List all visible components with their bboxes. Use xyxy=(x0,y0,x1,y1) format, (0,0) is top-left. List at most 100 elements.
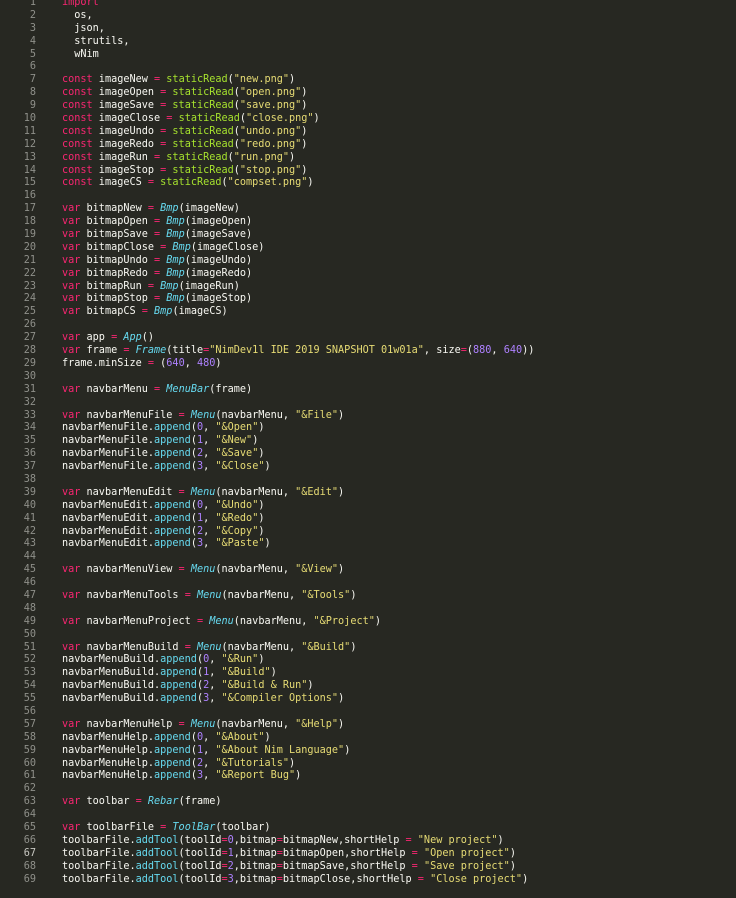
code-line[interactable]: 14 const imageStop = staticRead("stop.png… xyxy=(0,165,736,178)
code-line[interactable]: 3 json, xyxy=(0,23,736,36)
code-line[interactable]: 50 xyxy=(0,629,736,642)
code-text: var bitmapCS = Bmp(imageCS) xyxy=(62,306,228,319)
code-token: append xyxy=(160,680,197,692)
code-token: navbarMenuFile xyxy=(80,409,179,421)
code-line[interactable]: 44 xyxy=(0,551,736,564)
code-token: var xyxy=(62,203,81,215)
code-token: ,bitmap xyxy=(233,860,277,872)
code-line[interactable]: 24 var bitmapStop = Bmp(imageStop) xyxy=(0,293,736,306)
code-line[interactable]: 9 const imageSave = staticRead("save.png"… xyxy=(0,100,736,113)
code-line[interactable]: 46 xyxy=(0,577,736,590)
code-line[interactable]: 43 navbarMenuEdit.append(3, "&Paste") xyxy=(0,538,736,551)
code-line[interactable]: 2 os, xyxy=(0,10,736,23)
code-token: append xyxy=(160,654,197,666)
code-text: toolbarFile.addTool(toolId=0,bitmap=bitm… xyxy=(62,835,504,848)
code-line[interactable]: 28 var frame = Frame(title="NimDev1l IDE … xyxy=(0,345,736,358)
code-line[interactable]: 42 navbarMenuEdit.append(2, "&Copy") xyxy=(0,526,736,539)
code-line[interactable]: 19 var bitmapSave = Bmp(imageSave) xyxy=(0,229,736,242)
code-line[interactable]: 63 var toolbar = Rebar(frame) xyxy=(0,796,736,809)
code-line[interactable]: 17 var bitmapNew = Bmp(imageNew) xyxy=(0,203,736,216)
code-token: "&New" xyxy=(215,435,253,447)
code-line[interactable]: 25 var bitmapCS = Bmp(imageCS) xyxy=(0,306,736,319)
code-line[interactable]: 58 navbarMenuHelp.append(0, "&About") xyxy=(0,732,736,745)
code-line[interactable]: 16 xyxy=(0,190,736,203)
code-editor[interactable]: 1 import 2 os, 3 json, 4 strutils, 5 wNim 6 7 co… xyxy=(0,0,736,898)
code-line[interactable]: 39 var navbarMenuEdit = Menu(navbarMenu, … xyxy=(0,487,736,500)
code-line[interactable]: 53 navbarMenuBuild.append(1, "&Build") xyxy=(0,667,736,680)
code-line[interactable]: 54 navbarMenuBuild.append(2, "&Build & Ru… xyxy=(0,680,736,693)
code-line[interactable]: 45 var navbarMenuView = Menu(navbarMenu, … xyxy=(0,564,736,577)
code-token: toolbarFile xyxy=(80,822,161,833)
code-line[interactable]: 34 navbarMenuFile.append(0, "&Open") xyxy=(0,422,736,435)
code-token: const xyxy=(62,138,93,150)
code-line[interactable]: 61 navbarMenuHelp.append(3, "&Report Bug"… xyxy=(0,770,736,783)
code-line[interactable]: 36 navbarMenuFile.append(2, "&Save") xyxy=(0,448,736,461)
code-line[interactable]: 64 xyxy=(0,809,736,822)
code-token: , xyxy=(209,667,222,679)
code-line[interactable]: 37 navbarMenuFile.append(3, "&Close") xyxy=(0,461,736,474)
code-line[interactable]: 52 navbarMenuBuild.append(0, "&Run") xyxy=(0,654,736,667)
code-line[interactable]: 30 xyxy=(0,371,736,384)
code-line[interactable]: 35 navbarMenuFile.append(1, "&New") xyxy=(0,435,736,448)
line-number: 65 xyxy=(23,822,36,833)
code-line[interactable]: 56 xyxy=(0,706,736,719)
code-line[interactable]: 21 var bitmapUndo = Bmp(imageUndo) xyxy=(0,255,736,268)
code-token: ) xyxy=(338,486,345,498)
code-line[interactable]: 33 var navbarMenuFile = Menu(navbarMenu, … xyxy=(0,410,736,423)
code-line[interactable]: 48 xyxy=(0,603,736,616)
code-line[interactable]: 67 toolbarFile.addTool(toolId=1,bitmap=bi… xyxy=(0,848,736,861)
code-line[interactable]: 26 xyxy=(0,319,736,332)
code-line[interactable]: 12 const imageRedo = staticRead("redo.png… xyxy=(0,139,736,152)
code-token: "&About Nim Language" xyxy=(215,744,345,756)
code-line[interactable]: 31 var navbarMenu = MenuBar(frame) xyxy=(0,384,736,397)
code-token: "&Redo" xyxy=(215,512,259,524)
code-line[interactable]: 59 navbarMenuHelp.append(1, "&About Nim L… xyxy=(0,745,736,758)
code-line[interactable]: 7 const imageNew = staticRead("new.png") xyxy=(0,74,736,87)
code-line[interactable]: 20 var bitmapClose = Bmp(imageClose) xyxy=(0,242,736,255)
code-line[interactable]: 15 const imageCS = staticRead("compset.pn… xyxy=(0,177,736,190)
code-line[interactable]: 66 toolbarFile.addTool(toolId=0,bitmap=bi… xyxy=(0,835,736,848)
code-line[interactable]: 11 const imageUndo = staticRead("undo.png… xyxy=(0,126,736,139)
line-number: 15 xyxy=(23,177,36,189)
code-line[interactable]: 60 navbarMenuHelp.append(2, "&Tutorials") xyxy=(0,758,736,771)
code-token: navbarMenuHelp. xyxy=(62,770,155,782)
code-line[interactable]: 49 var navbarMenuProject = Menu(navbarMen… xyxy=(0,616,736,629)
code-area[interactable]: 1 import 2 os, 3 json, 4 strutils, 5 wNim 6 7 co… xyxy=(0,0,736,886)
code-line[interactable]: 57 var navbarMenuHelp = Menu(navbarMenu, … xyxy=(0,719,736,732)
code-line[interactable]: 65 var toolbarFile = ToolBar(toolbar) xyxy=(0,822,736,835)
code-line[interactable]: 4 strutils, xyxy=(0,36,736,49)
code-line[interactable]: 6 xyxy=(0,61,736,74)
code-line[interactable]: 41 navbarMenuEdit.append(1, "&Redo") xyxy=(0,513,736,526)
code-line[interactable]: 55 navbarMenuBuild.append(3, "&Compiler O… xyxy=(0,693,736,706)
code-token: (toolId xyxy=(178,873,222,885)
code-token: var xyxy=(62,641,81,653)
code-line[interactable]: 18 var bitmapOpen = Bmp(imageOpen) xyxy=(0,216,736,229)
line-number: 14 xyxy=(23,164,36,176)
code-line[interactable]: 47 var navbarMenuTools = Menu(navbarMenu,… xyxy=(0,590,736,603)
code-token: ) xyxy=(509,860,516,872)
code-line[interactable]: 51 var navbarMenuBuild = Menu(navbarMenu,… xyxy=(0,642,736,655)
code-token: "NimDev1l IDE 2019 SNAPSHOT 01w01a" xyxy=(209,345,424,357)
code-token: ) xyxy=(215,357,222,369)
code-line[interactable]: 29 frame.minSize = (640, 480) xyxy=(0,358,736,371)
code-line[interactable]: 40 navbarMenuEdit.append(0, "&Undo") xyxy=(0,500,736,513)
code-line[interactable]: 10 const imageClose = staticRead("close.p… xyxy=(0,113,736,126)
code-line[interactable]: 68 toolbarFile.addTool(toolId=2,bitmap=bi… xyxy=(0,861,736,874)
code-line[interactable]: 5 wNim xyxy=(0,49,736,62)
code-text: var navbarMenu = MenuBar(frame) xyxy=(62,384,252,397)
code-line[interactable]: 8 const imageOpen = staticRead("open.png"… xyxy=(0,87,736,100)
code-line[interactable]: 38 xyxy=(0,474,736,487)
code-line[interactable]: 23 var bitmapRun = Bmp(imageRun) xyxy=(0,281,736,294)
code-line[interactable]: 22 var bitmapRedo = Bmp(imageRedo) xyxy=(0,268,736,281)
code-token: "&Save" xyxy=(215,448,259,460)
code-token: , xyxy=(203,448,216,460)
code-line[interactable]: 27 var app = App() xyxy=(0,332,736,345)
code-line[interactable]: 1 import xyxy=(0,0,736,10)
code-line[interactable]: 62 xyxy=(0,783,736,796)
code-token: ) xyxy=(313,113,320,125)
code-text: toolbarFile.addTool(toolId=1,bitmap=bitm… xyxy=(62,848,516,861)
line-number: 51 xyxy=(23,641,36,653)
code-line[interactable]: 32 xyxy=(0,397,736,410)
code-line[interactable]: 13 const imageRun = staticRead("run.png") xyxy=(0,152,736,165)
code-line[interactable]: 69 toolbarFile.addTool(toolId=3,bitmap=bi… xyxy=(0,874,736,887)
